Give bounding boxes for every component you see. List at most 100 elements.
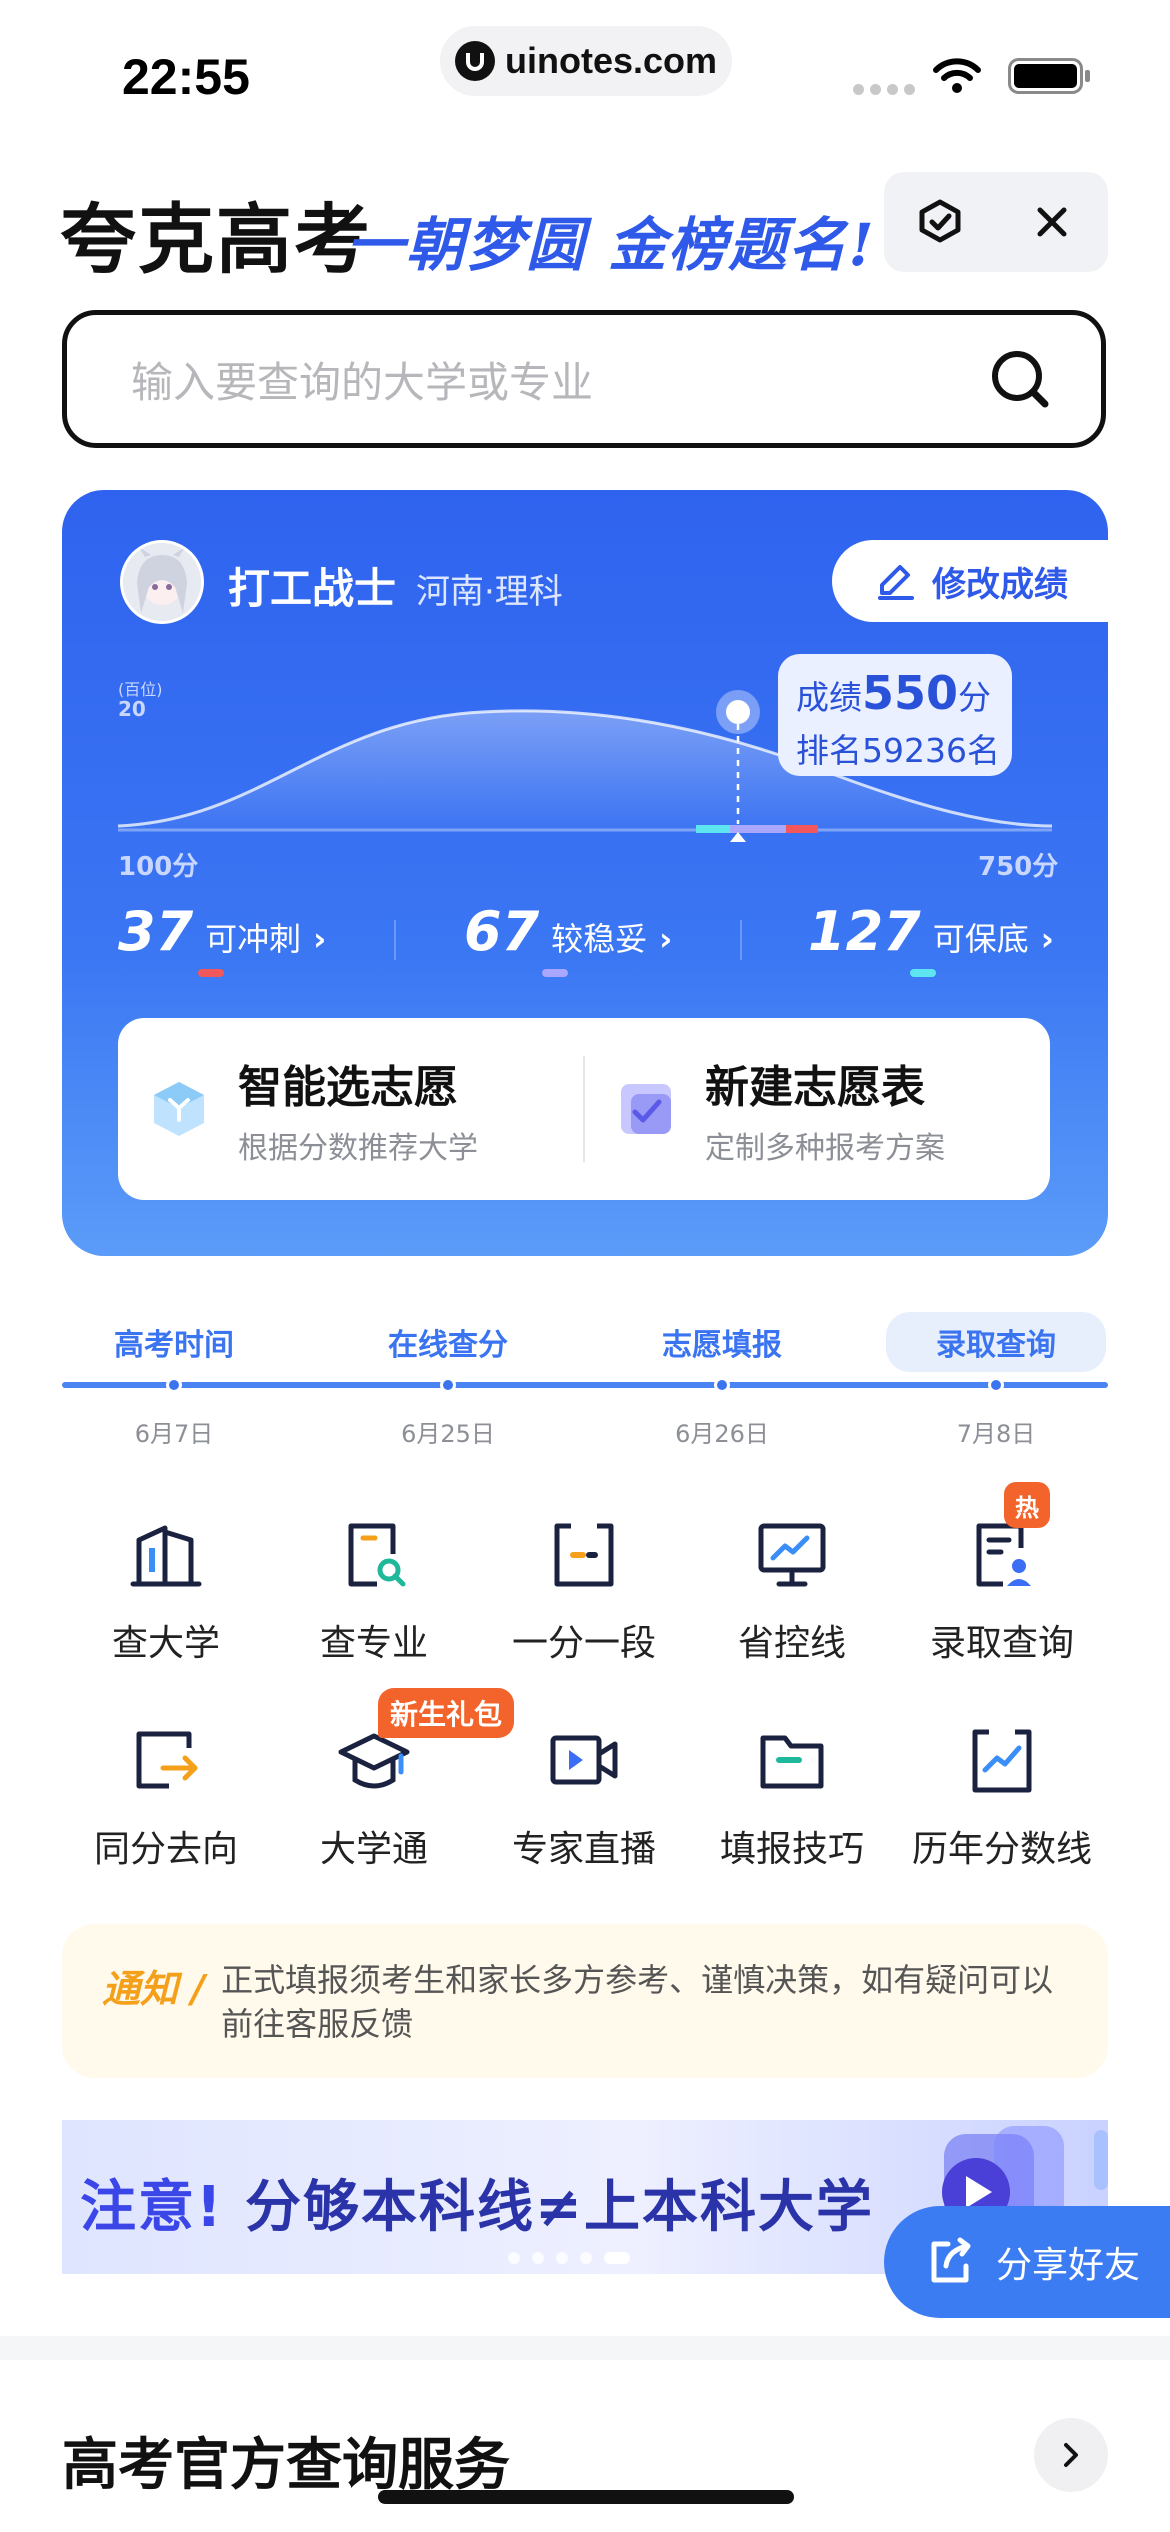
grid-label: 专家直播 — [511, 1829, 656, 1870]
chevron-right-icon: › — [1040, 920, 1054, 958]
stat-guarantee-indicator — [910, 969, 936, 977]
share-friends-button[interactable]: 分享好友 — [884, 2206, 1170, 2318]
close-icon — [1037, 207, 1067, 237]
score-segment-icon — [554, 1523, 614, 1587]
grid-label: 大学通 — [319, 1829, 428, 1870]
stat-guarantee[interactable]: 127 可保底 › — [808, 900, 1054, 963]
search-input[interactable]: 输入要查询的大学或专业 — [131, 349, 989, 410]
grid-item-university[interactable]: 查大学 — [66, 1510, 266, 1666]
grid-item-university-guide[interactable]: 大学通 — [274, 1716, 474, 1872]
stat-reach[interactable]: 37 可冲刺 › — [118, 900, 326, 963]
user-region: 河南·理科 — [416, 572, 563, 612]
stat-safe-count: 67 — [464, 900, 540, 963]
refresh-check-icon — [919, 199, 961, 243]
new-form-title: 新建志愿表 — [705, 1062, 925, 1113]
grid-item-history-lines[interactable]: 历年分数线 — [902, 1716, 1102, 1872]
grid-label: 同分去向 — [93, 1829, 238, 1870]
avatar[interactable] — [120, 540, 204, 624]
grid-label: 一分一段 — [511, 1623, 656, 1664]
stat-safe-label: 较稳妥 — [551, 920, 648, 958]
score-tooltip: 成绩550分 排名59236名 — [778, 654, 1012, 776]
site-logo-icon — [454, 41, 495, 81]
major-search-icon — [348, 1523, 406, 1587]
banner-prefix: 注意! — [80, 2175, 224, 2240]
timeline-label-exam[interactable]: 高考时间 — [64, 1320, 284, 1364]
close-button[interactable] — [996, 172, 1108, 272]
header-capsule — [884, 172, 1108, 272]
search-bar[interactable]: 输入要查询的大学或专业 — [62, 310, 1106, 448]
url-pill[interactable]: uinotes.com — [440, 26, 732, 96]
score-suffix: 分 — [958, 678, 992, 717]
timeline-label-score[interactable]: 在线查分 — [338, 1320, 558, 1364]
grid-label: 省控线 — [737, 1623, 846, 1664]
section-divider — [0, 2336, 1170, 2360]
timeline-label-admission[interactable]: 录取查询 — [886, 1312, 1106, 1372]
control-line-icon — [758, 1523, 826, 1587]
edit-score-button[interactable]: 修改成绩 — [832, 540, 1114, 622]
slogan: 一朝梦圆 金榜题名! — [346, 211, 876, 279]
status-time: 22:55 — [122, 49, 250, 105]
timeline-dot — [988, 1377, 1004, 1393]
grid-label: 查大学 — [111, 1623, 220, 1664]
folder-icon — [760, 1735, 824, 1789]
grid-item-live[interactable]: 专家直播 — [484, 1716, 684, 1872]
home-indicator[interactable] — [378, 2490, 794, 2504]
edit-score-label: 修改成绩 — [932, 564, 1068, 605]
new-form-subtitle: 定制多种报考方案 — [705, 1131, 945, 1166]
timeline-date: 6月7日 — [134, 1420, 214, 1448]
search-icon[interactable] — [989, 348, 1051, 410]
timeline-line — [62, 1382, 1108, 1388]
app-title: 夸克高考 — [60, 195, 372, 284]
stat-divider — [740, 920, 742, 960]
new-form-button[interactable]: 新建志愿表 定制多种报考方案 — [585, 1018, 1050, 1200]
share-icon — [931, 2237, 971, 2283]
stat-guarantee-count: 127 — [808, 900, 921, 963]
grid-item-score-segment[interactable]: 一分一段 — [484, 1510, 684, 1666]
rank-text: 排名59236名 — [796, 731, 1000, 770]
section-more-button[interactable] — [1034, 2418, 1108, 2492]
timeline-date: 7月8日 — [956, 1420, 1036, 1448]
grid-item-control-line[interactable]: 省控线 — [692, 1510, 892, 1666]
stat-safe[interactable]: 67 较稳妥 › — [464, 900, 672, 963]
timeline-date: 6月25日 — [401, 1420, 495, 1448]
grid-item-same-score[interactable]: 同分去向 — [66, 1716, 266, 1872]
axis-min-label: 100分 — [118, 852, 199, 882]
notice-banner[interactable]: 通知 / 正式填报须考生和家长多方参考、谨慎决策，如有疑问可以前往客服反馈 — [62, 1924, 1108, 2078]
axis-top-value: 20 — [118, 697, 146, 721]
notice-tag: 通知 / — [102, 1967, 206, 2011]
pencil-icon — [878, 565, 914, 600]
url-text: uinotes.com — [504, 40, 718, 81]
grid-label: 历年分数线 — [911, 1829, 1092, 1870]
notice-text: 正式填报须考生和家长多方参考、谨慎决策，如有疑问可以前往客服反馈 — [221, 1961, 1054, 2043]
battery-icon — [1008, 58, 1090, 94]
chevron-right-icon — [1064, 2443, 1078, 2467]
chevron-right-icon: › — [659, 920, 673, 958]
stat-safe-indicator — [542, 969, 568, 977]
smart-select-title: 智能选志愿 — [238, 1062, 458, 1113]
user-name: 打工战士 — [228, 564, 397, 613]
action-panel: 智能选志愿 根据分数推荐大学 新建志愿表 定制多种报考方案 — [118, 1018, 1050, 1200]
stat-reach-label: 可冲刺 — [205, 920, 302, 958]
cube-icon — [154, 1082, 204, 1136]
same-score-icon — [136, 1731, 198, 1789]
university-icon — [130, 1525, 202, 1587]
score-value: 550 — [862, 666, 959, 720]
grid-item-major[interactable]: 查专业 — [274, 1510, 474, 1666]
minimize-button[interactable] — [884, 172, 996, 272]
timeline-label-apply[interactable]: 志愿填报 — [612, 1320, 832, 1364]
share-label: 分享好友 — [996, 2245, 1141, 2286]
hot-badge: 热 — [1004, 1482, 1050, 1528]
grid-item-admission[interactable]: 录取查询 — [902, 1510, 1102, 1666]
axis-max-label: 750分 — [978, 852, 1059, 882]
timeline-dot — [714, 1377, 730, 1393]
banner-text: 分够本科线≠上本科大学 — [245, 2175, 874, 2240]
smart-select-subtitle: 根据分数推荐大学 — [238, 1131, 478, 1166]
score-prefix: 成绩 — [796, 678, 862, 717]
grid-label: 填报技巧 — [719, 1829, 864, 1870]
smart-select-button[interactable]: 智能选志愿 根据分数推荐大学 — [118, 1018, 583, 1200]
stat-reach-count: 37 — [118, 900, 194, 963]
stat-divider — [394, 920, 396, 960]
grid-item-tips[interactable]: 填报技巧 — [692, 1716, 892, 1872]
timeline-dot — [440, 1377, 456, 1393]
carousel-indicator — [508, 2252, 630, 2264]
